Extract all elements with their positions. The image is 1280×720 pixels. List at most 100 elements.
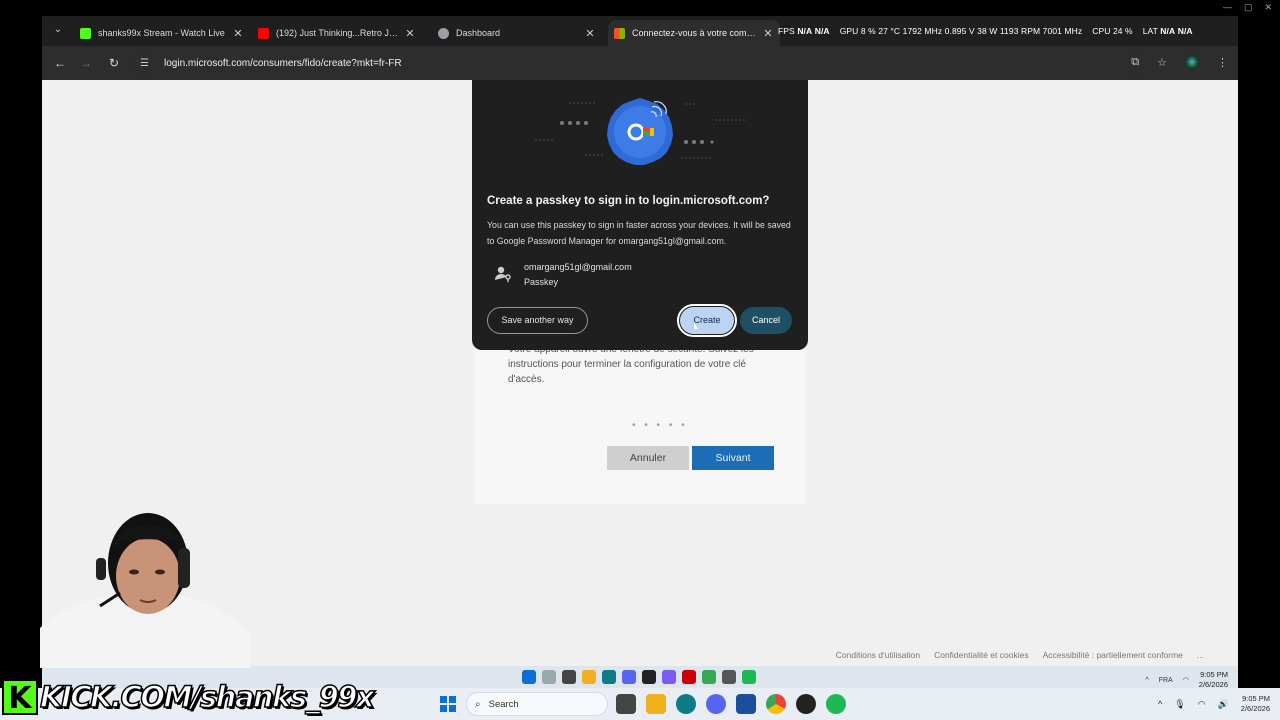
language-indicator[interactable]: FRA xyxy=(1159,677,1173,684)
gpu-mem: 7001 MHz xyxy=(1042,26,1083,36)
bookmark-star-icon[interactable]: ☆ xyxy=(1157,56,1167,69)
fps-label: FPS xyxy=(778,26,795,36)
wifi-icon[interactable]: ◠ xyxy=(1183,676,1189,684)
close-tab-icon[interactable]: ✕ xyxy=(584,27,596,40)
passkey-dialog: Create a passkey to sign in to login.mic… xyxy=(472,80,808,350)
terms-link[interactable]: Conditions d'utilisation xyxy=(836,650,920,660)
gpu-load: 8 % xyxy=(860,26,876,36)
tab-dashboard[interactable]: Dashboard ✕ xyxy=(432,20,602,46)
back-icon[interactable]: ← xyxy=(52,55,68,71)
file-explorer-icon[interactable] xyxy=(582,670,596,684)
accessibility-link[interactable]: Accessibilité : partiellement conforme xyxy=(1043,650,1183,660)
menu-kebab-icon[interactable]: ⋮ xyxy=(1217,56,1228,69)
kick-channel-url: KICK.COM/shanks_99x xyxy=(39,679,375,715)
steam-icon[interactable] xyxy=(722,670,736,684)
app-icon[interactable] xyxy=(662,670,676,684)
spotify-icon[interactable] xyxy=(826,694,846,714)
taskbar-search[interactable]: ⌕ Search xyxy=(466,692,608,716)
start-button[interactable] xyxy=(440,696,456,712)
chrome-icon[interactable] xyxy=(766,694,786,714)
forward-icon[interactable]: → xyxy=(78,55,94,71)
suivant-button[interactable]: Suivant xyxy=(692,446,774,470)
gpu-volt: 0.895 V xyxy=(944,26,975,36)
more-options-link[interactable]: ... xyxy=(1197,650,1204,660)
task-view-icon[interactable] xyxy=(616,694,636,714)
close-tab-icon[interactable]: ✕ xyxy=(404,27,416,40)
account-email: omargang51gl@gmail.com xyxy=(524,262,632,272)
close-tab-icon[interactable]: ✕ xyxy=(232,27,244,40)
person-key-icon xyxy=(495,266,511,283)
app-icon[interactable] xyxy=(642,670,656,684)
chrome-icon[interactable] xyxy=(702,670,716,684)
edge-icon[interactable] xyxy=(676,694,696,714)
close-window-icon[interactable]: ✕ xyxy=(1264,2,1272,13)
maximize-icon[interactable]: ▢ xyxy=(1244,2,1253,13)
window-controls: — ▢ ✕ xyxy=(1223,2,1272,13)
url-field[interactable]: ☰ login.microsoft.com/consumers/fido/cre… xyxy=(134,51,1144,75)
fps-value-2: N/A xyxy=(814,26,830,36)
annuler-button[interactable]: Annuler xyxy=(607,446,689,470)
store-icon[interactable] xyxy=(736,694,756,714)
kick-logo: K xyxy=(2,679,38,716)
tab-youtube[interactable]: (192) Just Thinking...Retro Jazz ✕ xyxy=(252,20,422,46)
spotify-icon[interactable] xyxy=(742,670,756,684)
discord-icon[interactable] xyxy=(622,670,636,684)
passkey-illustration xyxy=(535,98,745,165)
search-icon[interactable] xyxy=(542,670,556,684)
taskbar-date: 2/6/2026 xyxy=(1240,704,1270,713)
fps-value: N/A xyxy=(797,26,813,36)
app-icon[interactable] xyxy=(796,694,816,714)
tray-chevron-icon[interactable]: ^ xyxy=(1158,699,1162,709)
captured-clock[interactable]: 9:05 PM 2/6/2026 xyxy=(1199,670,1228,690)
search-icon: ⌕ xyxy=(475,698,481,710)
tab-title: shanks99x Stream - Watch Live xyxy=(98,28,225,38)
file-explorer-icon[interactable] xyxy=(646,694,666,714)
translate-icon[interactable]: ⧉ xyxy=(1131,56,1139,69)
profile-avatar-icon[interactable] xyxy=(1185,55,1199,69)
taskbar-apps xyxy=(616,694,846,714)
wifi-icon[interactable]: ◠ xyxy=(1198,699,1206,710)
task-view-icon[interactable] xyxy=(562,670,576,684)
address-bar: ← → ↻ ☰ login.microsoft.com/consumers/fi… xyxy=(42,46,1238,80)
cancel-button[interactable]: Cancel xyxy=(740,307,792,334)
save-another-way-button[interactable]: Save another way xyxy=(487,307,588,334)
cpu-label: CPU xyxy=(1092,26,1111,36)
loading-dots: • • • • • xyxy=(632,420,688,431)
tab-search-icon[interactable]: ⌄ xyxy=(50,22,66,38)
dialog-description: You can use this passkey to sign in fast… xyxy=(487,220,791,246)
account-row: omargang51gl@gmail.com Passkey xyxy=(494,260,632,290)
microphone-icon[interactable]: 🎙 xyxy=(1174,699,1185,710)
tray-chevron-icon[interactable]: ^ xyxy=(1145,677,1148,684)
site-info-icon[interactable]: ☰ xyxy=(140,58,154,69)
privacy-link[interactable]: Confidentialité et cookies xyxy=(934,650,1029,660)
tab-kick-stream[interactable]: shanks99x Stream - Watch Live ✕ xyxy=(74,20,250,46)
close-tab-icon[interactable]: ✕ xyxy=(762,27,774,40)
system-tray: ^ 🎙 ◠ 🔊 9:05 PM 2/6/2026 xyxy=(1158,694,1270,714)
toolbar-right: ⧉ ☆ ⋮ xyxy=(1131,55,1228,69)
tab-microsoft-login[interactable]: Connectez-vous à votre compte ✕ xyxy=(608,20,780,46)
captured-taskbar-apps xyxy=(522,670,756,684)
screen: ⌄ shanks99x Stream - Watch Live ✕ (192) … xyxy=(0,0,1280,720)
tab-title: Dashboard xyxy=(456,28,501,38)
gpu-temp: 27 °C xyxy=(878,26,901,36)
account-type: Passkey xyxy=(524,277,559,287)
minimize-icon[interactable]: — xyxy=(1223,2,1232,13)
reload-icon[interactable]: ↻ xyxy=(106,55,122,71)
start-icon[interactable] xyxy=(522,670,536,684)
create-button[interactable]: Create xyxy=(677,304,737,337)
dialog-title: Create a passkey to sign in to login.mic… xyxy=(487,195,770,207)
volume-icon[interactable]: 🔊 xyxy=(1218,699,1229,710)
mouse-cursor-icon xyxy=(694,322,698,329)
discord-icon[interactable] xyxy=(706,694,726,714)
taskbar-clock[interactable]: 9:05 PM 2/6/2026 xyxy=(1241,694,1270,714)
lat-label: LAT xyxy=(1142,26,1158,36)
globe-favicon-icon xyxy=(438,27,449,39)
captured-tray: ^ FRA ◠ 9:05 PM 2/6/2026 xyxy=(1145,670,1228,690)
gpu-clock: 1792 MHz xyxy=(902,26,943,36)
footer-links: Conditions d'utilisation Confidentialité… xyxy=(836,650,1204,660)
brave-icon[interactable] xyxy=(682,670,696,684)
captured-time: 9:05 PM xyxy=(1200,670,1228,679)
edge-icon[interactable] xyxy=(602,670,616,684)
streamer-webcam xyxy=(40,513,250,668)
gpu-power: 38 W xyxy=(977,26,998,36)
